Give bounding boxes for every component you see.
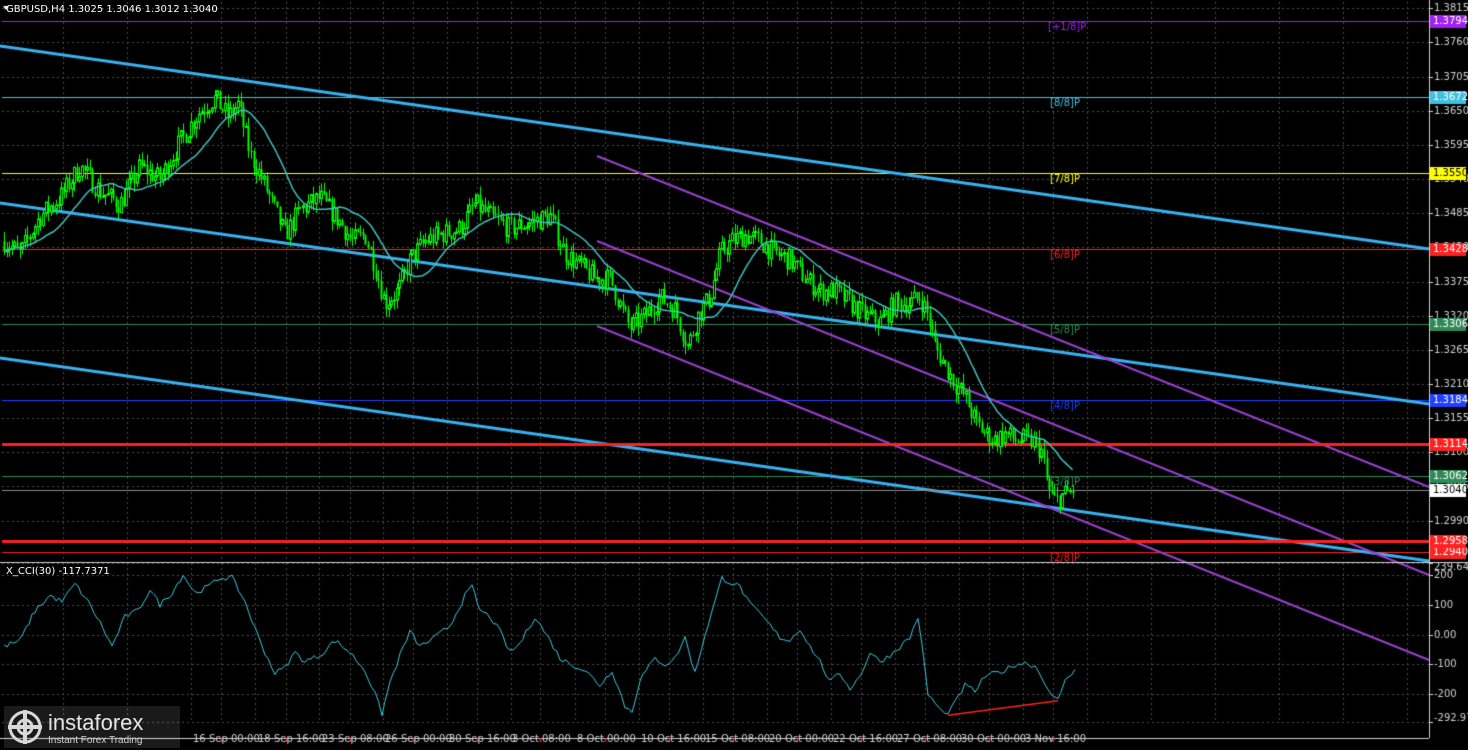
instaforex-logo-icon [8, 710, 42, 744]
instaforex-watermark: instaforex Instant Forex Trading [4, 706, 180, 748]
gbpusd-h4-chart[interactable] [0, 0, 1468, 750]
cci-title: X_CCI(30) -117.7371 [6, 566, 110, 577]
chart-title: GBPUSD,H4 1.3025 1.3046 1.3012 1.3040 [6, 4, 218, 15]
watermark-tagline: Instant Forex Trading [48, 735, 143, 746]
watermark-brand: instaforex [48, 710, 144, 735]
